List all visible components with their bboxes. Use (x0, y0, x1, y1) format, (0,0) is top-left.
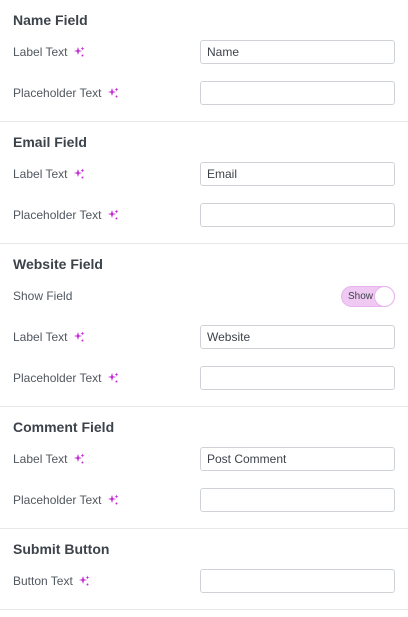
section-title: Name Field (13, 12, 88, 28)
label-text-label: Label Text (13, 167, 68, 181)
placeholder-text-input[interactable] (200, 203, 395, 227)
placeholder-text-label-wrap: Placeholder Text (13, 493, 119, 507)
button-text-input[interactable] (200, 569, 395, 593)
sparkle-icon[interactable] (107, 372, 119, 384)
label-text-input[interactable] (200, 325, 395, 349)
placeholder-text-label-wrap: Placeholder Text (13, 86, 119, 100)
placeholder-text-row: Placeholder Text (13, 202, 395, 228)
placeholder-text-label: Placeholder Text (13, 208, 102, 222)
placeholder-text-label: Placeholder Text (13, 371, 102, 385)
sparkle-icon[interactable] (73, 453, 85, 465)
label-text-row: Label Text (13, 161, 395, 187)
label-text-input[interactable] (200, 40, 395, 64)
section-title: Submit Button (13, 541, 110, 557)
toggle-knob (375, 286, 394, 306)
show-field-label: Show Field (13, 289, 73, 303)
toggle-label: Show (348, 290, 374, 302)
label-text-row: Label Text (13, 324, 395, 350)
comment-field-section: Comment Field Label Text Placeholder Tex… (0, 407, 408, 529)
button-text-label: Button Text (13, 574, 73, 588)
name-field-section: Name Field Label Text Placeholder Text (0, 0, 408, 122)
placeholder-text-row: Placeholder Text (13, 365, 395, 391)
placeholder-text-label: Placeholder Text (13, 493, 102, 507)
button-text-row: Button Text (13, 568, 395, 594)
show-field-toggle[interactable]: Show (341, 285, 395, 307)
email-field-section: Email Field Label Text Placeholder Text (0, 122, 408, 244)
label-text-label: Label Text (13, 330, 68, 344)
website-field-section: Website Field Show Field Show Label Text… (0, 244, 408, 407)
sparkle-icon[interactable] (107, 209, 119, 221)
placeholder-text-input[interactable] (200, 488, 395, 512)
label-text-row: Label Text (13, 446, 395, 472)
label-text-label-wrap: Label Text (13, 452, 85, 466)
placeholder-text-input[interactable] (200, 81, 395, 105)
placeholder-text-label: Placeholder Text (13, 86, 102, 100)
sparkle-icon[interactable] (73, 46, 85, 58)
show-field-row: Show Field Show (13, 283, 395, 309)
placeholder-text-row: Placeholder Text (13, 487, 395, 513)
sparkle-icon[interactable] (78, 575, 90, 587)
label-text-label: Label Text (13, 452, 68, 466)
label-text-label-wrap: Label Text (13, 45, 85, 59)
label-text-row: Label Text (13, 39, 395, 65)
label-text-label-wrap: Label Text (13, 330, 85, 344)
button-text-label-wrap: Button Text (13, 574, 90, 588)
show-field-label-wrap: Show Field (13, 289, 72, 303)
sparkle-icon[interactable] (107, 494, 119, 506)
sparkle-icon[interactable] (73, 168, 85, 180)
section-title: Comment Field (13, 419, 115, 435)
placeholder-text-row: Placeholder Text (13, 80, 395, 106)
sparkle-icon[interactable] (73, 331, 85, 343)
sparkle-icon[interactable] (107, 87, 119, 99)
label-text-label-wrap: Label Text (13, 167, 85, 181)
placeholder-text-label-wrap: Placeholder Text (13, 371, 119, 385)
label-text-input[interactable] (200, 162, 395, 186)
submit-button-section: Submit Button Button Text (0, 529, 408, 610)
placeholder-text-input[interactable] (200, 366, 395, 390)
section-title: Email Field (13, 134, 87, 150)
label-text-input[interactable] (200, 447, 395, 471)
placeholder-text-label-wrap: Placeholder Text (13, 208, 119, 222)
label-text-label: Label Text (13, 45, 68, 59)
section-title: Website Field (13, 256, 103, 272)
